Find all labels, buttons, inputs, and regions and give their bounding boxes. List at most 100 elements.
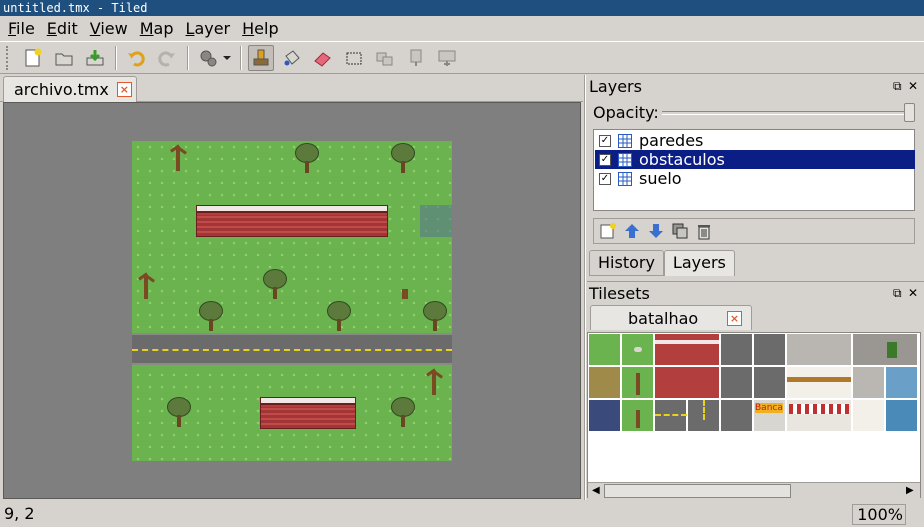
trash-icon <box>698 225 710 240</box>
tree-crown <box>391 143 415 163</box>
tile-cursor-preview <box>420 205 452 237</box>
tileset-tab-batalhao[interactable]: batalhao × <box>590 305 752 330</box>
scroll-left-icon[interactable]: ◀ <box>592 485 600 496</box>
redo-button[interactable] <box>154 45 180 71</box>
window-title: untitled.tmx - Tiled <box>0 0 924 16</box>
document-tab-archivo[interactable]: archivo.tmx × <box>3 76 137 102</box>
tile-bush[interactable] <box>589 367 621 399</box>
save-button[interactable] <box>82 45 108 71</box>
select-objects-button[interactable] <box>372 45 398 71</box>
tab-history[interactable]: History <box>589 250 664 276</box>
rect-select-button[interactable] <box>341 45 367 71</box>
open-button[interactable] <box>51 45 77 71</box>
tile-brick-wall[interactable] <box>655 367 720 399</box>
tileset-horizontal-scrollbar[interactable]: ◀ ▶ <box>588 482 920 498</box>
tile-dark-tree[interactable] <box>589 400 621 432</box>
status-bar: 9, 2 100% <box>0 502 924 527</box>
scroll-thumb[interactable] <box>604 484 791 498</box>
opacity-slider-handle[interactable] <box>904 103 915 122</box>
undo-button[interactable] <box>123 45 149 71</box>
opacity-slider[interactable] <box>662 111 914 115</box>
tab-layers[interactable]: Layers <box>663 250 735 276</box>
menu-layer[interactable]: Layer <box>180 16 237 41</box>
tile-grass-rock[interactable] <box>622 334 654 366</box>
zoom-level[interactable]: 100% <box>852 504 906 525</box>
duplicate-layer-button[interactable] <box>670 221 690 241</box>
menu-view[interactable]: View <box>84 16 134 41</box>
tile-glass[interactable] <box>886 367 918 399</box>
stamp-brush-button[interactable] <box>248 44 274 71</box>
tile-map[interactable] <box>132 141 452 461</box>
tile-asphalt[interactable] <box>754 334 786 366</box>
layer-visibility-checkbox[interactable]: ✓ <box>599 134 611 147</box>
tile-glass[interactable] <box>886 400 918 432</box>
close-tileset-icon[interactable]: × <box>727 311 742 326</box>
menu-map[interactable]: Map <box>134 16 180 41</box>
bucket-fill-button[interactable] <box>279 45 305 71</box>
tile-shop-front[interactable] <box>787 400 852 432</box>
float-dock-icon[interactable]: ⧉ <box>893 286 902 301</box>
scroll-right-icon[interactable]: ▶ <box>906 485 914 496</box>
tile-road-line[interactable] <box>655 400 687 432</box>
layer-toolbar <box>593 218 915 244</box>
tile-layer-icon <box>618 152 632 167</box>
delete-layer-button[interactable] <box>694 221 714 241</box>
layer-row-suelo[interactable]: ✓ suelo <box>595 169 915 188</box>
menu-edit-mnemonic: E <box>46 19 57 38</box>
main-toolbar <box>0 41 924 74</box>
toolbar-separator <box>115 45 117 70</box>
splitter[interactable] <box>584 75 586 500</box>
menu-file[interactable]: File <box>2 16 41 41</box>
layer-visibility-checkbox[interactable]: ✓ <box>599 172 611 185</box>
tile-building-top[interactable] <box>853 334 918 366</box>
tile-brick-wall[interactable] <box>655 334 720 366</box>
commands-button[interactable] <box>195 45 233 71</box>
insert-tile-button[interactable] <box>434 45 460 71</box>
toolbar-grip[interactable] <box>6 45 12 70</box>
menu-help[interactable]: Help <box>236 16 284 41</box>
menu-help-mnemonic: H <box>242 19 255 38</box>
layer-row-paredes[interactable]: ✓ paredes <box>595 131 915 150</box>
tileset-grid[interactable]: Banca <box>587 332 921 498</box>
tile-shutters[interactable] <box>853 367 885 399</box>
close-dock-icon[interactable]: ✕ <box>908 79 918 93</box>
tile-wall-white[interactable] <box>853 400 885 432</box>
map-canvas[interactable] <box>3 102 581 499</box>
document-tab-label: archivo.tmx <box>14 80 109 99</box>
layer-visibility-checkbox[interactable]: ✓ <box>599 153 611 166</box>
new-layer-icon <box>600 223 616 239</box>
new-map-button[interactable] <box>20 45 46 71</box>
tile-asphalt[interactable] <box>721 367 753 399</box>
road-line <box>703 400 705 420</box>
menu-edit[interactable]: Edit <box>41 16 84 41</box>
gears-icon <box>200 50 231 66</box>
tile-road-corner[interactable] <box>688 400 720 432</box>
cursor-coordinates: 9, 2 <box>4 504 35 523</box>
float-dock-icon[interactable]: ⧉ <box>893 79 902 94</box>
tile-tree[interactable] <box>622 400 654 432</box>
insert-object-button[interactable] <box>403 45 429 71</box>
eraser-icon <box>314 51 331 67</box>
tile-bare-tree[interactable] <box>622 367 654 399</box>
tile-storefront[interactable] <box>787 367 852 399</box>
menu-map-label: ap <box>153 19 174 38</box>
lower-layer-button[interactable] <box>646 221 666 241</box>
tilesets-dock-title: Tilesets <box>589 284 650 303</box>
eraser-button[interactable] <box>310 45 336 71</box>
tile-banca-sign[interactable]: Banca <box>754 400 786 432</box>
tile-asphalt[interactable] <box>721 400 753 432</box>
tile-grass[interactable] <box>589 334 621 366</box>
wall-cap <box>197 206 387 213</box>
close-tab-icon[interactable]: × <box>116 82 132 97</box>
tile-roof[interactable] <box>787 334 852 366</box>
layer-row-obstaculos[interactable]: ✓ obstaculos <box>595 150 915 169</box>
wall-cap <box>261 398 355 405</box>
raise-layer-button[interactable] <box>622 221 642 241</box>
duplicate-icon <box>672 223 688 239</box>
banca-sign-text: Banca <box>755 403 783 413</box>
tile-asphalt[interactable] <box>754 367 786 399</box>
brick-wall-upper <box>196 205 388 237</box>
close-dock-icon[interactable]: ✕ <box>908 286 918 300</box>
tile-asphalt[interactable] <box>721 334 753 366</box>
add-layer-button[interactable] <box>598 221 618 241</box>
